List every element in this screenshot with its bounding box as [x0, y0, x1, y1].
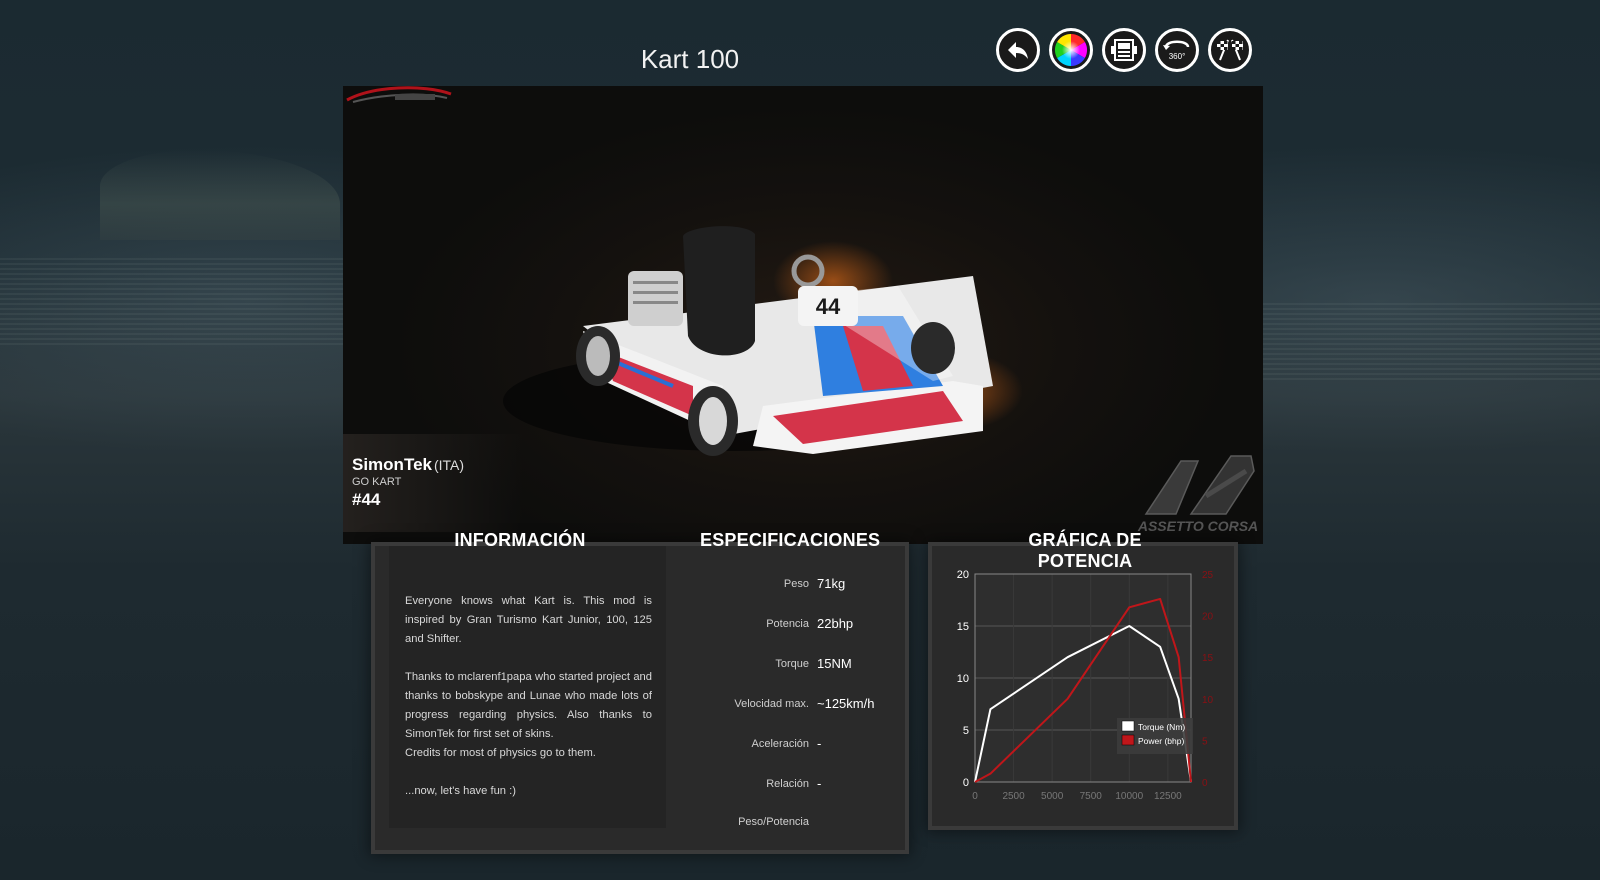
chart-x-tick-label: 5000	[1041, 791, 1064, 802]
chart-x-tick-label: 12500	[1154, 791, 1182, 802]
chart-y2-tick-label: 15	[1202, 653, 1214, 664]
chart-legend-label: Torque (Nm)	[1138, 722, 1185, 732]
spec-row-acceleration: Aceleración -	[667, 734, 903, 754]
spec-value: ~125km/h	[817, 696, 875, 711]
info-paragraph: ...now, let's have fun :)	[405, 785, 516, 797]
specs-heading: ESPECIFICACIONES	[700, 530, 881, 550]
driver-nationality: (ITA)	[433, 457, 465, 473]
race-button[interactable]	[1208, 28, 1252, 72]
driver-info: SimonTek (ITA) GO KART #44	[343, 434, 523, 532]
view-360-button[interactable]: 360°	[1155, 28, 1199, 72]
rotate-360-icon: 360°	[1163, 40, 1190, 61]
chart-legend-swatch	[1121, 734, 1135, 746]
svg-text:44: 44	[816, 294, 841, 319]
info-paragraph: Thanks to mclarenf1papa who started proj…	[405, 671, 652, 740]
skin-color-button[interactable]	[1049, 28, 1093, 72]
showroom-icon	[1111, 39, 1137, 61]
spec-label: Aceleración	[751, 738, 809, 750]
info-paragraph: Everyone knows what Kart is. This mod is…	[405, 595, 652, 645]
chart-y-tick-label: 5	[963, 725, 969, 737]
color-wheel-icon	[1054, 33, 1088, 67]
spec-value: 15NM	[817, 656, 852, 671]
driver-name-line: SimonTek (ITA)	[352, 455, 464, 475]
background-track-right	[1262, 300, 1600, 380]
spec-row-power: Potencia 22bhp	[667, 614, 903, 634]
car-number: #44	[352, 490, 381, 509]
info-paragraph: Credits for most of physics go to them.	[405, 747, 596, 759]
chart-legend-label: Power (bhp)	[1138, 736, 1184, 746]
spec-label: Relación	[766, 778, 809, 790]
chart-y2-tick-label: 5	[1202, 736, 1208, 747]
spec-row-torque: Torque 15NM	[667, 654, 903, 674]
checkered-flags-icon	[1217, 39, 1243, 61]
chart-y-tick-label: 0	[963, 777, 969, 789]
car-class: GO KART	[352, 476, 402, 488]
info-heading: INFORMACIÓN	[454, 530, 586, 550]
chart-x-tick-label: 10000	[1115, 791, 1143, 802]
background-trees	[100, 150, 340, 240]
chart-legend-swatch	[1121, 720, 1135, 732]
chart-heading: GRÁFICA DE POTENCIA	[1028, 530, 1142, 571]
chart-x-tick-label: 7500	[1080, 791, 1103, 802]
back-arrow-icon	[1008, 42, 1028, 59]
power-chart-panel: 0 5 10 15 20 0 2500 5000 7500 10000 12500 0 5 10 15 20 2…	[932, 546, 1234, 826]
spec-label: Potencia	[766, 618, 809, 630]
view-360-label: 360°	[1169, 52, 1186, 61]
chart-y2-tick-label: 10	[1202, 695, 1214, 706]
info-description[interactable]: Everyone knows what Kart is. This mod is…	[389, 546, 666, 828]
spec-row-weight-power: Peso/Potencia	[667, 812, 903, 832]
spec-row-top-speed: Velocidad max. ~125km/h	[667, 694, 903, 714]
assetto-corsa-logo-icon: ASSETTO CORSA	[1137, 455, 1258, 534]
spec-label: Torque	[775, 658, 809, 670]
back-button[interactable]	[996, 28, 1040, 72]
specs-list: Peso 71kg Potencia 22bhp Torque 15NM Vel…	[667, 546, 903, 846]
spec-label: Peso/Potencia	[738, 816, 809, 828]
chart-y-tick-label: 10	[957, 673, 969, 685]
spec-row-weight: Peso 71kg	[667, 574, 903, 594]
chart-y2-tick-label: 25	[1202, 570, 1214, 581]
spec-value: -	[817, 776, 822, 791]
spec-label: Peso	[783, 578, 809, 590]
toolbar: 360°	[996, 28, 1252, 72]
chart-x-tick-label: 0	[972, 791, 978, 802]
chart-y2-tick-label: 20	[1202, 612, 1214, 623]
spec-row-ratio: Relación -	[667, 774, 903, 794]
spec-label: Velocidad max.	[734, 698, 809, 710]
chart-y-tick-label: 15	[957, 621, 969, 633]
chart-y-tick-label: 20	[957, 569, 969, 581]
chart-y2-tick-label: 0	[1202, 778, 1208, 789]
spec-value: 22bhp	[817, 616, 854, 631]
chart-x-tick-label: 2500	[1002, 791, 1025, 802]
spec-value: 71kg	[817, 576, 846, 591]
page-title: Kart 100	[640, 44, 740, 74]
showroom-button[interactable]	[1102, 28, 1146, 72]
spec-value: -	[817, 736, 822, 751]
power-chart: 0 5 10 15 20 0 2500 5000 7500 10000 12500 0 5 10 15 20 2…	[957, 569, 1214, 802]
info-specs-panel: Everyone knows what Kart is. This mod is…	[375, 546, 905, 850]
background-track-left	[0, 255, 345, 345]
car-viewport[interactable]: 44 SimonTek (ITA) GO KART #44 ASSETTO COR…	[343, 86, 1263, 544]
driver-name: SimonTek	[352, 455, 432, 474]
